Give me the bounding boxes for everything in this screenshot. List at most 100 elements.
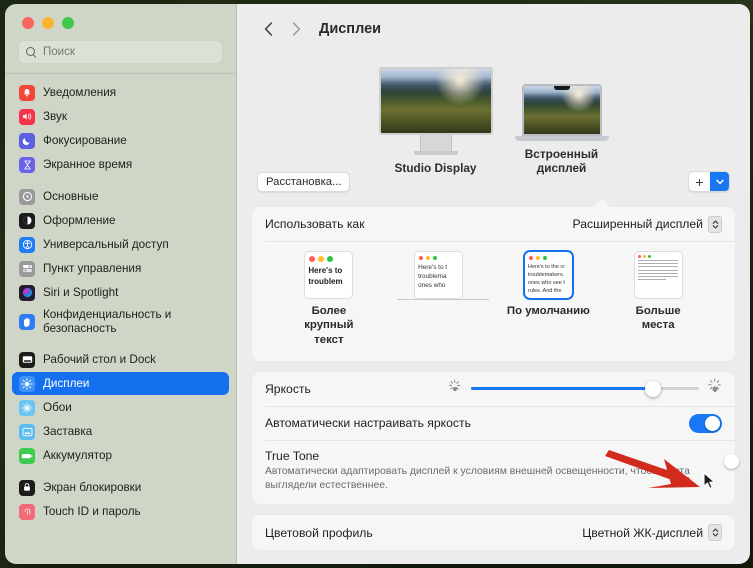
studio-display-stand xyxy=(419,135,452,152)
sidebar-item-label: Экранное время xyxy=(43,157,133,171)
sidebar-item-lock-screen[interactable]: Экран блокировки xyxy=(12,476,229,499)
zoom-button[interactable] xyxy=(62,17,74,29)
sidebar-item-notifications[interactable]: Уведомления xyxy=(12,81,229,104)
sidebar-item-label: Уведомления xyxy=(43,85,117,99)
sidebar-item-control-center[interactable]: Пункт управления xyxy=(12,257,229,280)
brightness-row: Яркость xyxy=(252,372,735,406)
sidebar-item-accessibility[interactable]: Универсальный доступ xyxy=(12,233,229,256)
chevron-left-icon xyxy=(264,22,272,36)
sidebar-item-focus[interactable]: Фокусирование xyxy=(12,129,229,152)
control-center-icon xyxy=(19,260,35,277)
chevron-down-icon[interactable] xyxy=(710,172,729,191)
brightness-low-icon xyxy=(448,380,462,396)
sidebar-item-label: Универсальный доступ xyxy=(43,237,169,251)
forward-button[interactable] xyxy=(283,16,309,42)
use-as-value: Расширенный дисплей xyxy=(572,217,703,231)
settings-scroll-area[interactable]: Studio Display Встроенный дисплей Расста… xyxy=(237,54,750,564)
sidebar-item-screen-time[interactable]: Экранное время xyxy=(12,153,229,176)
sidebar-item-touch-id[interactable]: Touch ID и пароль xyxy=(12,500,229,523)
display-studio-display[interactable]: Studio Display xyxy=(378,67,493,176)
sidebar-item-label: Заставка xyxy=(43,424,93,438)
displays-icon xyxy=(19,375,35,392)
preset-label: По умолчанию xyxy=(506,305,590,317)
sidebar-group-2: Основные Оформление Универсальный доступ xyxy=(12,185,229,339)
sidebar-item-general[interactable]: Основные xyxy=(12,185,229,208)
desktop-dock-icon xyxy=(19,351,35,368)
preview-titlebar xyxy=(415,252,462,263)
true-tone-text: True Tone Автоматически адаптировать дис… xyxy=(265,449,722,494)
notifications-icon xyxy=(19,84,35,101)
use-as-row[interactable]: Использовать как Расширенный дисплей xyxy=(252,207,735,241)
brightness-slider[interactable] xyxy=(471,380,699,397)
updown-chevron-icon xyxy=(708,215,722,233)
brightness-high-icon xyxy=(708,378,722,396)
search-icon xyxy=(26,46,37,58)
chevron-right-icon xyxy=(292,22,300,36)
sidebar-item-label: Экран блокировки xyxy=(43,480,142,494)
close-button[interactable] xyxy=(22,17,34,29)
privacy-icon xyxy=(19,314,35,330)
brightness-card: Яркость Автоматически настраивать яркост… xyxy=(251,370,739,506)
arrow-cursor xyxy=(703,472,715,489)
back-button[interactable] xyxy=(255,16,281,42)
preview-titlebar xyxy=(635,252,682,260)
auto-brightness-row: Автоматически настраивать яркость xyxy=(252,407,735,440)
toggle-knob xyxy=(705,415,720,431)
preset-preview xyxy=(634,252,682,298)
sidebar-item-label: Пункт управления xyxy=(43,261,142,275)
display-builtin-display[interactable]: Встроенный дисплей xyxy=(514,84,609,176)
sidebar-item-desktop-dock[interactable]: Рабочий стол и Dock xyxy=(12,348,229,371)
sidebar-item-screensaver[interactable]: Заставка xyxy=(12,420,229,443)
arrange-button[interactable]: Расстановка... xyxy=(257,172,351,192)
display-label: Studio Display xyxy=(394,161,477,176)
sidebar-item-label: Оформление xyxy=(43,213,116,227)
sidebar-nav-list: Уведомления Звук Фокусирование Экранное … xyxy=(5,74,236,559)
preset-default[interactable]: Here's to the cr troublemakers. ones who s… xyxy=(494,252,604,318)
use-as-label: Использовать как xyxy=(265,217,365,231)
sidebar-item-label: Основные xyxy=(43,189,99,203)
search-field[interactable]: Поиск xyxy=(18,40,223,64)
minimize-button[interactable] xyxy=(42,17,54,29)
add-display-group: + xyxy=(688,171,730,192)
window-controls xyxy=(5,4,236,29)
preset-scale-tick xyxy=(396,299,489,300)
wallpaper-icon xyxy=(19,399,35,416)
content-pane: Дисплеи Studio Display Встроенный диспле… xyxy=(237,4,750,564)
sidebar-item-siri-spotlight[interactable]: Siri и Spotlight xyxy=(12,281,229,304)
screen-time-icon xyxy=(19,156,35,173)
true-tone-description: Автоматически адаптировать дисплей к усл… xyxy=(265,465,690,492)
sidebar-item-battery[interactable]: Аккумулятор xyxy=(12,444,229,467)
sidebar-item-label: Звук xyxy=(43,109,67,123)
preset-more-space[interactable]: Больше места xyxy=(603,252,713,333)
sidebar-item-label: Siri и Spotlight xyxy=(43,285,119,299)
sidebar-item-wallpaper[interactable]: Обои xyxy=(12,396,229,419)
color-profile-popup-button[interactable]: Цветной ЖК-дисплей xyxy=(582,524,722,542)
sidebar-item-displays[interactable]: Дисплеи xyxy=(12,372,229,395)
preset-larger-text[interactable]: Here's to troublem Более крупный текст xyxy=(274,252,384,347)
system-settings-window: Поиск Уведомления Звук Фокусирование Экр… xyxy=(5,4,750,564)
siri-icon xyxy=(19,284,35,301)
sidebar-item-appearance[interactable]: Оформление xyxy=(12,209,229,232)
preset-preview: Here's to t troublema ones who xyxy=(415,252,463,298)
sidebar-item-sound[interactable]: Звук xyxy=(12,105,229,128)
slider-knob[interactable] xyxy=(645,380,662,397)
general-icon xyxy=(19,188,35,205)
use-as-popup-button[interactable]: Расширенный дисплей xyxy=(572,215,722,233)
displays-arrangement-area: Studio Display Встроенный дисплей Расста… xyxy=(251,54,736,207)
preview-text: Here's to t troublema ones who xyxy=(418,264,448,289)
auto-brightness-label: Автоматически настраивать яркость xyxy=(265,416,471,431)
preset-preview: Here's to troublem xyxy=(305,252,353,298)
auto-brightness-toggle[interactable] xyxy=(689,413,722,433)
color-profile-row[interactable]: Цветовой профиль Цветной ЖК-дисплей xyxy=(252,515,735,550)
toggle-knob xyxy=(724,453,739,469)
plus-icon[interactable]: + xyxy=(689,172,710,191)
wallpaper-preview xyxy=(380,69,491,134)
sidebar-item-privacy-security[interactable]: Конфиденциальность и безопасность xyxy=(12,305,229,339)
display-thumbnails: Studio Display Встроенный дисплей xyxy=(251,54,736,176)
preview-text xyxy=(635,260,682,281)
preset-medium-text[interactable]: Here's to t troublema ones who xyxy=(384,252,494,304)
studio-display-screen xyxy=(378,67,493,136)
true-tone-row: True Tone Автоматически адаптировать дис… xyxy=(252,441,739,505)
sidebar-item-label: Рабочий стол и Dock xyxy=(43,352,157,366)
sidebar-item-label: Дисплеи xyxy=(43,376,90,390)
